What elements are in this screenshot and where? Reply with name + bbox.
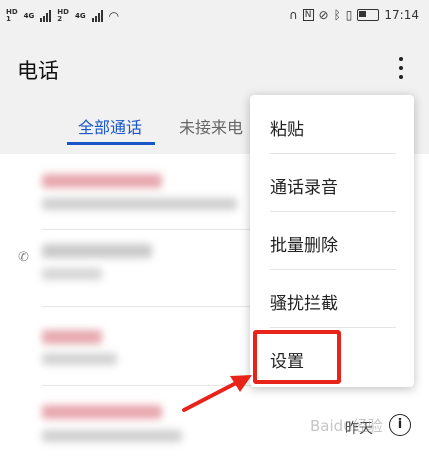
tab-missed-calls[interactable]: 未接来电 — [179, 114, 243, 138]
nfc-icon: N — [302, 9, 314, 21]
menu-item-label: 骚扰拦截 — [270, 294, 338, 314]
menu-divider — [270, 327, 396, 328]
menu-item-call-recording[interactable]: 通话录音 — [250, 155, 414, 213]
silent-icon: ⊘ — [318, 8, 329, 22]
clock-time: 17:14 — [384, 8, 419, 22]
watermark: Baidu经验 — [310, 417, 383, 435]
tab-all-calls[interactable]: 全部通话 — [78, 114, 142, 138]
page-title: 电话 — [17, 59, 59, 83]
sim2-4g-label: 4G — [74, 12, 86, 20]
menu-item-paste[interactable]: 粘贴 — [250, 97, 414, 155]
menu-divider — [270, 269, 396, 270]
signal-icon — [91, 10, 103, 22]
menu-divider — [270, 153, 396, 154]
menu-item-label: 通话录音 — [270, 178, 338, 198]
status-left: HD 1 4G HD 2 4G ◠ — [6, 8, 120, 24]
status-bar: HD 1 4G HD 2 4G ◠ ∩ N ⊘ ᛒ ▯ 17:14 — [0, 0, 429, 36]
highlight-box — [253, 330, 341, 384]
call-type-icon: ✆ — [18, 250, 29, 265]
pointer-arrow-icon — [182, 375, 252, 412]
sim1-badge: HD 1 — [6, 8, 18, 23]
menu-item-label: 批量删除 — [270, 236, 338, 256]
menu-item-spam-block[interactable]: 骚扰拦截 — [250, 271, 414, 329]
signal-icon — [40, 10, 52, 22]
sim1-4g-label: 4G — [23, 12, 35, 20]
headphone-icon: ∩ — [289, 8, 298, 22]
status-right: ∩ N ⊘ ᛒ ▯ 17:14 — [289, 8, 419, 22]
wifi-icon: ◠ — [108, 9, 120, 23]
menu-item-label: 粘贴 — [270, 120, 304, 140]
menu-item-batch-delete[interactable]: 批量删除 — [250, 213, 414, 271]
bluetooth-icon: ᛒ — [333, 8, 341, 22]
info-icon[interactable]: i — [389, 414, 411, 436]
active-tab-indicator — [67, 142, 155, 145]
vibrate-icon: ▯ — [345, 8, 353, 22]
sim2-badge: HD 2 — [57, 8, 69, 23]
more-options-icon[interactable] — [391, 52, 411, 84]
battery-icon — [357, 9, 380, 21]
menu-divider — [270, 211, 396, 212]
